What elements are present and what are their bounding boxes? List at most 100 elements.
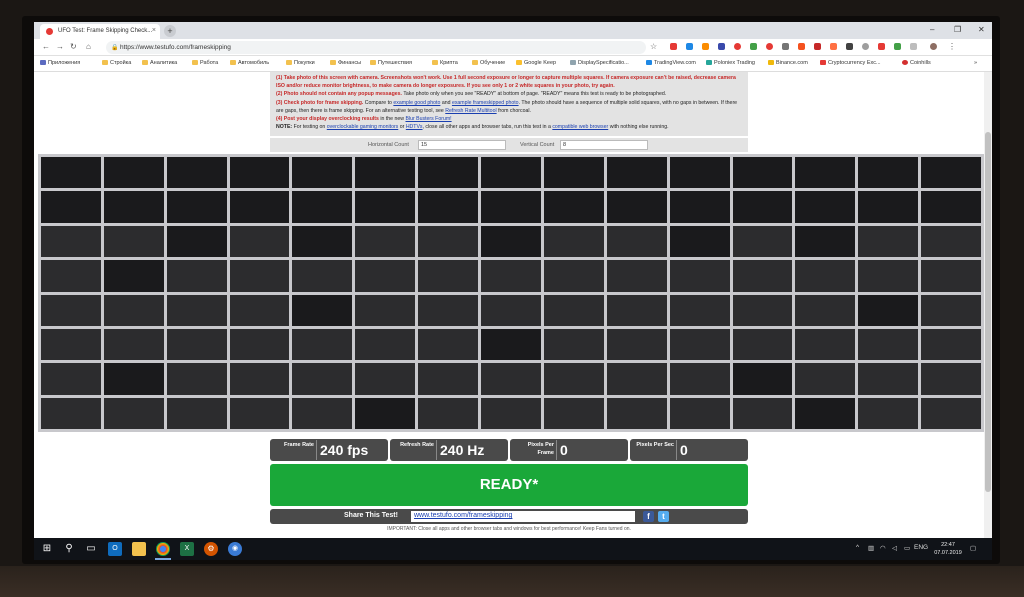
- tray-display-icon[interactable]: ▭: [904, 544, 910, 552]
- new-tab-button[interactable]: +: [164, 25, 176, 37]
- extension-icon[interactable]: [830, 43, 837, 50]
- grid-cell: [292, 225, 353, 258]
- taskbar-clock[interactable]: 22:47 07.07.2019: [930, 541, 966, 557]
- bookmark-folder[interactable]: Крипта: [432, 60, 458, 66]
- tray-volume-icon[interactable]: ◁: [892, 544, 897, 552]
- grid-cell: [41, 260, 101, 292]
- address-bar[interactable]: 🔒 https://www.testufo.com/frameskipping: [106, 41, 646, 54]
- extension-icon[interactable]: [846, 43, 853, 50]
- twitter-icon[interactable]: t: [658, 511, 669, 522]
- horizontal-count-input[interactable]: 15: [418, 140, 506, 150]
- grid-cell: [732, 363, 793, 395]
- outlook-icon[interactable]: O: [108, 542, 122, 556]
- tray-chevron-icon[interactable]: ^: [856, 544, 859, 551]
- search-icon[interactable]: ⚲: [62, 542, 76, 556]
- bookmark-link[interactable]: DisplaySpecificatio...: [570, 60, 629, 66]
- good-photo-link[interactable]: example good photo: [393, 100, 440, 106]
- grid-cell: [606, 225, 667, 258]
- network-app-icon[interactable]: ◉: [228, 542, 242, 556]
- extension-icon[interactable]: [878, 43, 885, 50]
- scrollbar-thumb[interactable]: [985, 132, 991, 492]
- settings-app-icon[interactable]: ⚙: [204, 542, 218, 556]
- reload-icon[interactable]: ↻: [70, 42, 77, 51]
- browser-tabstrip: UFO Test: Frame Skipping Check... × + – …: [34, 22, 992, 39]
- grid-cell: [606, 157, 667, 189]
- bookmarks-overflow-icon[interactable]: »: [974, 60, 977, 66]
- window-close-icon[interactable]: ✕: [978, 25, 985, 34]
- task-view-icon[interactable]: ▭: [84, 542, 98, 556]
- bookmark-apps[interactable]: Приложения: [40, 60, 80, 66]
- bookmark-link[interactable]: Binance.com: [768, 60, 808, 66]
- grid-cell: [418, 191, 479, 223]
- extension-icon[interactable]: [718, 43, 725, 50]
- extension-icon[interactable]: [814, 43, 821, 50]
- hdtvs-link[interactable]: HDTVs: [406, 124, 423, 130]
- back-arrow-icon[interactable]: ←: [42, 42, 50, 51]
- instruction-step-2: (2) Photo should not contain any popup m…: [276, 91, 667, 98]
- frameskip-grid: [38, 154, 984, 432]
- chrome-icon[interactable]: [156, 542, 170, 556]
- bookmark-folder[interactable]: Обучение: [472, 60, 505, 66]
- forward-arrow-icon[interactable]: →: [56, 42, 64, 51]
- extension-icon[interactable]: [750, 43, 757, 50]
- compatible-browser-link[interactable]: compatible web browser: [552, 124, 608, 130]
- refresh-rate-multitool-link[interactable]: Refresh Rate Multitool: [445, 108, 496, 114]
- extension-icon[interactable]: [734, 43, 741, 50]
- bookmark-link[interactable]: Poloniex Trading: [706, 60, 755, 66]
- frameskipped-photo-link[interactable]: example frameskipped photo: [452, 100, 519, 106]
- maximize-icon[interactable]: ❐: [954, 25, 961, 34]
- profile-avatar[interactable]: [930, 43, 937, 50]
- extension-icon[interactable]: [798, 43, 805, 50]
- stat-value: 240 fps: [316, 440, 371, 460]
- bookmark-folder[interactable]: Стройка: [102, 60, 131, 66]
- grid-cell: [166, 363, 227, 395]
- menu-dots-icon[interactable]: ⋮: [948, 42, 956, 51]
- grid-cell: [921, 328, 981, 361]
- extension-icon[interactable]: [894, 43, 901, 50]
- tray-wifi-icon[interactable]: ◠: [880, 544, 886, 552]
- page-scrollbar[interactable]: [984, 72, 992, 538]
- windows-start-icon[interactable]: ⊞: [40, 542, 54, 556]
- bookmark-folder[interactable]: Аналитика: [142, 60, 177, 66]
- extension-icon[interactable]: [910, 43, 917, 50]
- notification-center-icon[interactable]: ▢: [970, 544, 976, 552]
- bookmark-link[interactable]: Cryptocurrency Exc...: [820, 60, 881, 66]
- file-explorer-icon[interactable]: [132, 542, 146, 556]
- forum-link[interactable]: Blur Busters Forum!: [405, 116, 451, 122]
- stat-frame-rate: Frame Rate 240 fps: [270, 439, 388, 461]
- browser-tab[interactable]: UFO Test: Frame Skipping Check... ×: [40, 24, 160, 39]
- bookmark-folder[interactable]: Финансы: [330, 60, 361, 66]
- grid-cell: [292, 260, 353, 292]
- extension-icon[interactable]: [702, 43, 709, 50]
- extension-icon[interactable]: [686, 43, 693, 50]
- vertical-count-input[interactable]: 8: [560, 140, 648, 150]
- bookmark-link[interactable]: Google Keep: [516, 60, 556, 66]
- bookmark-link[interactable]: Coinhills: [902, 60, 931, 66]
- grid-cell: [481, 191, 541, 223]
- share-url-field[interactable]: www.testufo.com/frameskipping: [411, 511, 635, 522]
- minimize-icon[interactable]: –: [930, 25, 934, 34]
- bookmark-folder[interactable]: Путешествия: [370, 60, 412, 66]
- instruction-step-3: (3) Check photo for frame skipping. Comp…: [276, 99, 738, 114]
- gaming-monitors-link[interactable]: overclockable gaming monitors: [327, 124, 399, 130]
- bookmark-folder[interactable]: Автомобиль: [230, 60, 269, 66]
- grid-cell: [795, 363, 856, 395]
- extension-icon[interactable]: [670, 43, 677, 50]
- excel-icon[interactable]: X: [180, 542, 194, 556]
- grid-cell: [795, 328, 856, 361]
- binance-icon: [768, 60, 774, 65]
- tray-network-icon[interactable]: ▥: [868, 544, 874, 552]
- home-icon[interactable]: ⌂: [86, 42, 91, 51]
- bookmark-star-icon[interactable]: ☆: [650, 42, 657, 51]
- language-indicator[interactable]: ENG: [914, 544, 928, 551]
- extension-icon[interactable]: [862, 43, 869, 50]
- extension-icon[interactable]: [782, 43, 789, 50]
- bookmark-link[interactable]: TradingView.com: [646, 60, 696, 66]
- extension-icon[interactable]: [766, 43, 773, 50]
- facebook-icon[interactable]: f: [643, 511, 654, 522]
- tab-close-icon[interactable]: ×: [152, 27, 156, 34]
- bookmark-folder[interactable]: Работа: [192, 60, 218, 66]
- apps-grid-icon: [40, 60, 46, 65]
- grid-cell: [229, 157, 290, 189]
- bookmark-folder[interactable]: Покупки: [286, 60, 315, 66]
